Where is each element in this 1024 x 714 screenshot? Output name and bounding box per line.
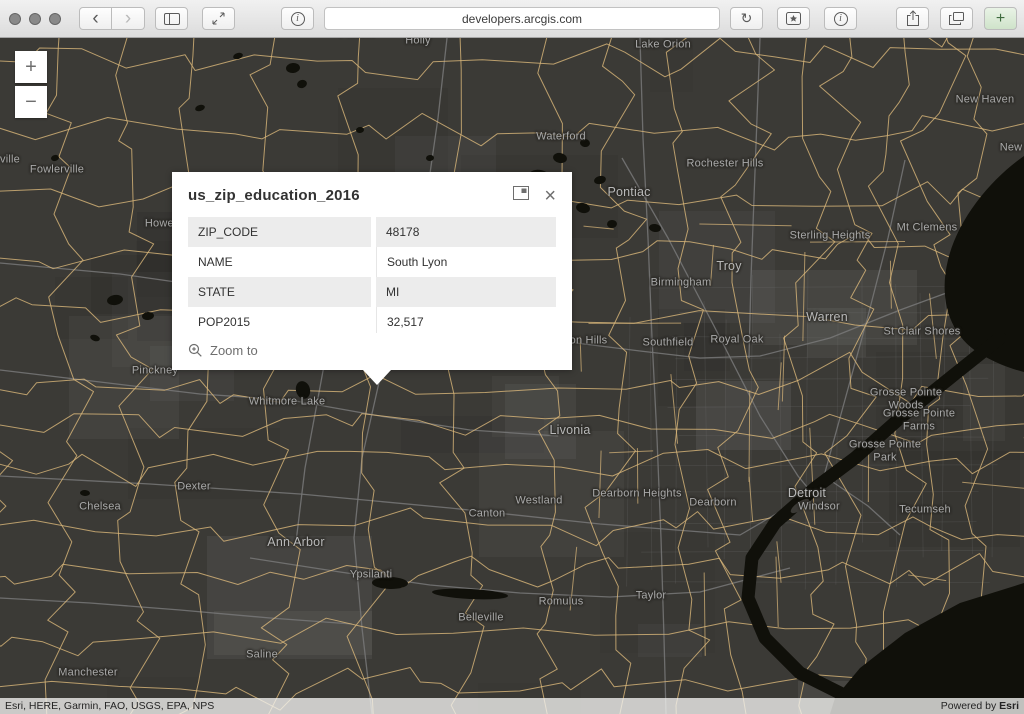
page-info-button[interactable] [281,7,314,30]
field-name: STATE [188,277,371,307]
attribution-sources: Esri, HERE, Garmin, FAO, USGS, EPA, NPS [5,700,215,712]
forward-icon: › [124,7,132,29]
chrome-right-cluster: + [896,7,1017,30]
minimize-window-button[interactable] [29,12,41,25]
info-icon [290,11,305,26]
attribution-bar: Esri, HERE, Garmin, FAO, USGS, EPA, NPS … [0,698,1024,714]
new-tab-button[interactable]: + [984,7,1017,30]
sidebar-button[interactable] [155,7,188,30]
magnifier-plus-icon [188,343,202,357]
field-value: MI [376,277,556,307]
favorites-button[interactable] [777,7,810,30]
close-window-button[interactable] [9,12,21,25]
close-popup-button[interactable]: × [544,186,556,206]
popup-title: us_zip_education_2016 [188,187,360,204]
attribute-table: ZIP_CODE 48178 NAME South Lyon STATE MI … [188,217,556,333]
refresh-icon: ↻ [740,10,753,26]
zoom-out-button[interactable]: − [15,86,47,118]
tabs-icon [949,12,964,25]
feature-popup: us_zip_education_2016 × ZIP_CODE 48178 N… [172,172,572,385]
nav-buttons: ‹ › [79,7,145,30]
forward-button[interactable]: › [112,7,145,30]
browser-chrome: ‹ › developers.arcgis.com ↻ + [0,0,1024,38]
zoom-controls: + − [15,51,47,121]
tab-overview-button[interactable] [940,7,973,30]
basemap [0,38,1024,714]
esri-link[interactable]: Esri [999,700,1019,712]
zoom-to-link[interactable]: Zoom to [172,333,572,370]
table-row: POP2015 32,517 [188,307,556,333]
traffic-lights [9,12,61,25]
field-name: POP2015 [188,307,371,333]
share-icon [906,10,919,26]
sidebar-icon [163,12,180,25]
expand-icon [212,12,225,25]
field-value: 32,517 [376,307,556,333]
site-info-button[interactable] [824,7,857,30]
dock-popup-button[interactable] [513,186,530,205]
field-name: ZIP_CODE [188,217,371,247]
info-icon [833,11,848,26]
back-button[interactable]: ‹ [79,7,112,30]
zoom-in-button[interactable]: + [15,51,47,83]
plus-icon: + [995,9,1006,27]
expand-button[interactable] [202,7,235,30]
back-icon: ‹ [92,7,99,29]
field-name: NAME [188,247,371,277]
field-value: South Lyon [376,247,556,277]
url-field[interactable]: developers.arcgis.com [324,7,720,30]
star-icon [786,12,801,25]
table-row: STATE MI [188,277,556,307]
table-row: ZIP_CODE 48178 [188,217,556,247]
popup-pointer [363,370,391,385]
table-row: NAME South Lyon [188,247,556,277]
map-canvas[interactable]: FentonHollyLake OrionNew HavenNewWaterfo… [0,38,1024,714]
zoom-window-button[interactable] [49,12,61,25]
powered-by: Powered by Esri [940,700,1019,712]
field-value: 48178 [376,217,556,247]
zoom-to-label: Zoom to [210,343,258,358]
url-text: developers.arcgis.com [461,11,583,26]
dock-icon [513,186,530,200]
share-button[interactable] [896,7,929,30]
popup-header: us_zip_education_2016 × [172,172,572,215]
refresh-button[interactable]: ↻ [730,7,763,30]
